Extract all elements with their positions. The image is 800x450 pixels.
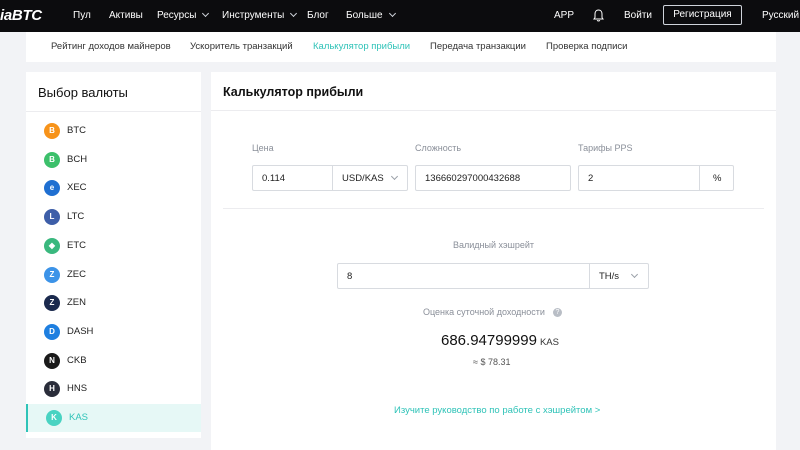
estimate-label: Оценка суточной доходности? <box>423 307 562 318</box>
sidebar-item-label: BCH <box>67 153 88 165</box>
difficulty-field[interactable]: 136660297000432688 <box>415 165 571 191</box>
tab-signature-check[interactable]: Проверка подписи <box>546 41 627 52</box>
ckb-icon: N <box>44 352 60 369</box>
pps-unit: % <box>713 173 722 184</box>
register-button[interactable]: Регистрация <box>663 5 742 25</box>
sidebar-item-label: BTC <box>67 125 86 136</box>
hashrate-unit-select[interactable]: TH/s <box>599 271 619 282</box>
sidebar-item-label: KAS <box>69 412 89 423</box>
sidebar-item-label: XEC <box>67 182 87 194</box>
tab-profit-calculator[interactable]: Калькулятор прибыли <box>313 41 410 52</box>
xec-icon: e <box>44 180 60 197</box>
bell-icon[interactable] <box>593 9 604 22</box>
login-link[interactable]: Войти <box>624 10 652 21</box>
sidebar-item-bch[interactable]: B BCH <box>26 146 201 174</box>
nav-assets[interactable]: Активы <box>109 10 143 21</box>
sidebar-item-label: ZEN <box>67 297 86 309</box>
price-unit-select[interactable]: USD/KAS <box>342 173 384 184</box>
difficulty-label: Сложность <box>415 143 462 153</box>
tab-tx-accelerator[interactable]: Ускоритель транзакций <box>190 41 293 52</box>
kas-icon: K <box>46 410 62 426</box>
sidebar-item-zec[interactable]: Z ZEC <box>26 261 201 289</box>
logo[interactable]: iaBTC <box>0 7 42 24</box>
price-input[interactable]: 0.114 <box>262 173 285 184</box>
difficulty-input[interactable]: 136660297000432688 <box>425 173 520 184</box>
tools-tabs: Рейтинг доходов майнеров Ускоритель тран… <box>26 32 776 62</box>
hashrate-field: 8 TH/s <box>337 263 649 289</box>
sidebar-item-etc[interactable]: ◆ ETC <box>26 232 201 260</box>
pps-input[interactable]: 2 <box>588 173 593 184</box>
profit-calculator-panel: Калькулятор прибыли Цена 0.114 USD/KAS С… <box>211 72 776 450</box>
chevron-down-icon <box>390 172 399 181</box>
zec-icon: Z <box>44 266 60 283</box>
sidebar-item-label: ZEC <box>67 268 86 280</box>
sidebar-title: Выбор валюты <box>38 85 128 100</box>
top-nav: iaBTC Пул Активы Ресурсы Инструменты Бло… <box>0 0 800 32</box>
etc-icon: ◆ <box>44 237 60 254</box>
daily-income: 686.94799999 KAS <box>441 332 559 350</box>
btc-icon: B <box>44 123 60 139</box>
sidebar-item-label: CKB <box>67 354 87 366</box>
currency-sidebar: Выбор валюты B BTC B BCH e XEC L LTC ◆ ETC Z ZEC Z ZE… <box>26 72 201 438</box>
price-label: Цена <box>252 143 274 153</box>
tab-miner-ranking[interactable]: Рейтинг доходов майнеров <box>51 41 171 52</box>
pps-field: 2 % <box>578 165 734 191</box>
bch-icon: B <box>44 151 60 168</box>
nav-tools[interactable]: Инструменты <box>222 9 298 21</box>
nav-resources[interactable]: Ресурсы <box>157 9 210 21</box>
nav-more[interactable]: Больше <box>346 9 396 21</box>
sidebar-item-ltc[interactable]: L LTC <box>26 203 201 231</box>
income-value: 686.94799999 <box>441 332 537 349</box>
divider <box>211 110 776 111</box>
estimate-label-text: Оценка суточной доходности <box>423 307 545 317</box>
sidebar-item-label: ETC <box>67 239 86 251</box>
hashrate-guide-link[interactable]: Изучите руководство по работе с хэшрейто… <box>394 405 600 416</box>
ltc-icon: L <box>44 209 60 226</box>
page-title: Калькулятор прибыли <box>223 85 364 99</box>
pps-label: Тарифы PPS <box>578 143 633 153</box>
nav-resources-label: Ресурсы <box>157 10 197 21</box>
hashrate-label: Валидный хэшрейт <box>453 240 534 250</box>
tab-tx-broadcast[interactable]: Передача транзакции <box>430 41 526 52</box>
zen-icon: Z <box>44 295 60 312</box>
sidebar-item-kas[interactable]: K KAS <box>26 404 201 432</box>
chevron-down-icon <box>630 270 639 279</box>
help-icon[interactable]: ? <box>552 308 562 317</box>
language-select[interactable]: Русский <box>762 10 799 21</box>
divider <box>589 264 590 288</box>
chevron-down-icon <box>388 9 396 18</box>
nav-more-label: Больше <box>346 10 383 21</box>
income-usd: ≈ $ 78.31 <box>473 357 511 367</box>
sidebar-item-hns[interactable]: H HNS <box>26 375 201 403</box>
divider <box>223 208 764 209</box>
hns-icon: H <box>44 381 60 398</box>
chevron-down-icon <box>202 9 210 18</box>
divider <box>26 111 201 112</box>
sidebar-item-xec[interactable]: e XEC <box>26 174 201 202</box>
dash-icon: D <box>44 323 60 340</box>
nav-blog[interactable]: Блог <box>307 10 329 21</box>
sidebar-item-dash[interactable]: D DASH <box>26 318 201 346</box>
sidebar-item-label: DASH <box>67 325 94 337</box>
sidebar-item-btc[interactable]: B BTC <box>26 117 201 145</box>
income-unit: KAS <box>539 337 559 348</box>
nav-tools-label: Инструменты <box>222 10 285 21</box>
sidebar-item-label: HNS <box>67 383 88 395</box>
nav-pool[interactable]: Пул <box>73 10 91 21</box>
app-link[interactable]: APP <box>554 10 574 21</box>
divider <box>699 166 700 190</box>
chevron-down-icon <box>290 9 298 18</box>
sidebar-item-label: LTC <box>67 211 85 223</box>
price-field: 0.114 USD/KAS <box>252 165 408 191</box>
sidebar-item-zen[interactable]: Z ZEN <box>26 289 201 317</box>
hashrate-input[interactable]: 8 <box>347 271 352 282</box>
sidebar-item-ckb[interactable]: N CKB <box>26 347 201 375</box>
divider <box>332 166 333 190</box>
